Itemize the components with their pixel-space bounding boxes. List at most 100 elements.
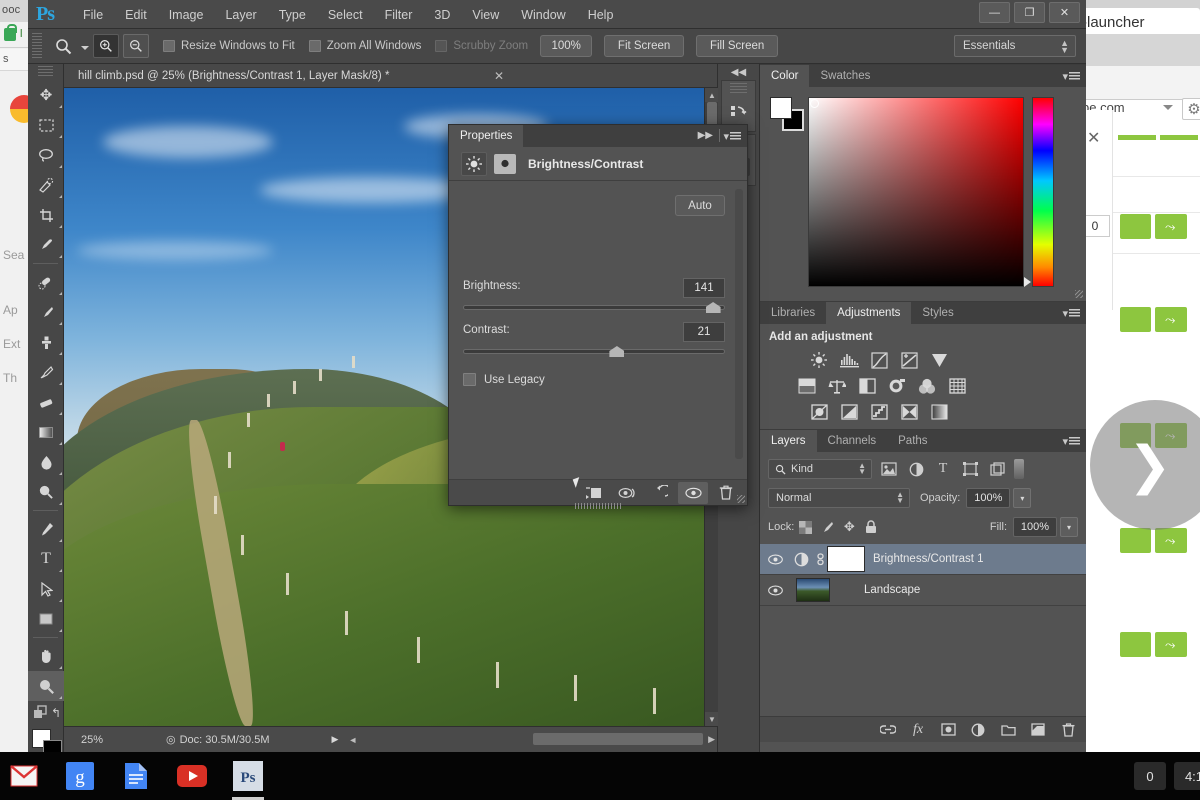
filter-type-layers-icon[interactable]: T <box>933 459 953 479</box>
new-group-icon[interactable] <box>994 719 1022 741</box>
gradient-map-adjustment-icon[interactable] <box>928 402 950 422</box>
tool-eyedropper[interactable] <box>28 230 64 260</box>
tab-paths[interactable]: Paths <box>887 430 938 452</box>
delete-layer-icon[interactable] <box>1054 719 1082 741</box>
filter-pixel-layers-icon[interactable] <box>879 459 899 479</box>
minimize-button[interactable]: — <box>979 2 1010 23</box>
active-tool-zoom-icon[interactable] <box>48 33 78 59</box>
tab-channels[interactable]: Channels <box>817 430 888 452</box>
tool-lasso[interactable] <box>28 140 64 170</box>
tool-clone-stamp[interactable] <box>28 327 64 357</box>
invert-adjustment-icon[interactable] <box>808 402 830 422</box>
channel-mixer-adjustment-icon[interactable] <box>916 376 938 396</box>
scroll-right-icon[interactable]: ▶ <box>708 734 715 745</box>
photoshop-taskbar-icon[interactable]: Ps <box>232 760 264 792</box>
hue-marker[interactable] <box>1024 277 1031 287</box>
mask-link-icon[interactable] <box>812 552 828 566</box>
tool-spot-healing[interactable] <box>28 267 64 297</box>
scroll-down-icon[interactable]: ▼ <box>705 712 718 726</box>
color-balance-adjustment-icon[interactable] <box>826 376 848 396</box>
close-button[interactable]: ✕ <box>1049 2 1080 23</box>
close-icon[interactable]: ✕ <box>1087 128 1100 148</box>
dock-grip[interactable] <box>730 83 747 93</box>
zoom-all-windows-checkbox[interactable]: Zoom All Windows <box>308 40 421 52</box>
scroll-up-icon[interactable]: ▲ <box>705 88 718 102</box>
panel-resize-grip[interactable] <box>575 503 621 509</box>
brightness-slider-thumb[interactable] <box>705 302 721 313</box>
tool-brush[interactable] <box>28 297 64 327</box>
menu-item-layer[interactable]: Layer <box>214 0 267 29</box>
layer-visibility-toggle[interactable] <box>760 554 790 565</box>
green-button-e[interactable] <box>1120 632 1151 657</box>
fit-screen-button[interactable]: Fit Screen <box>604 35 685 57</box>
foreground-color-swatch[interactable] <box>770 97 792 119</box>
color-lookup-adjustment-icon[interactable] <box>946 376 968 396</box>
view-previous-state-icon[interactable] <box>612 482 642 504</box>
google-taskbar-icon[interactable]: g <box>64 760 96 792</box>
green-share-button-a[interactable]: ⤳ <box>1155 214 1187 239</box>
black-white-adjustment-icon[interactable] <box>856 376 878 396</box>
green-share-button-b[interactable]: ⤳ <box>1155 307 1187 332</box>
blend-mode-select[interactable]: Normal ▲ ▼ <box>768 488 910 508</box>
quick-mask-swap-icon[interactable] <box>33 705 50 727</box>
tab-swatches[interactable]: Swatches <box>809 65 881 87</box>
chevron-down-icon[interactable] <box>1163 105 1173 110</box>
tool-hand[interactable] <box>28 641 64 671</box>
tool-marquee[interactable] <box>28 110 64 140</box>
vibrance-adjustment-icon[interactable] <box>928 350 950 370</box>
color-panel-menu-icon[interactable]: ▾ <box>1062 70 1080 83</box>
filter-kind-select[interactable]: Kind ▲ ▼ <box>768 459 872 479</box>
reset-adjustment-icon[interactable] <box>645 482 675 504</box>
chevron-right-icon[interactable]: ❯ <box>1128 440 1172 492</box>
lock-image-icon[interactable] <box>816 517 838 537</box>
docs-taskbar-icon[interactable] <box>120 760 152 792</box>
brightness-value[interactable]: 141 <box>683 278 725 298</box>
green-button-d[interactable] <box>1120 528 1151 553</box>
tool-crop[interactable] <box>28 200 64 230</box>
brightness-contrast-adjustment-icon[interactable] <box>808 350 830 370</box>
opacity-value[interactable]: 100% <box>966 488 1011 508</box>
tab-color[interactable]: Color <box>760 65 810 87</box>
menu-item-3d[interactable]: 3D <box>423 0 461 29</box>
green-share-button-e[interactable]: ⤳ <box>1155 632 1187 657</box>
color-picker-field[interactable] <box>808 97 1024 287</box>
add-layer-mask-icon[interactable] <box>934 719 962 741</box>
layers-panel-menu-icon[interactable]: ▾ <box>1062 435 1080 448</box>
resize-grip-icon[interactable] <box>737 495 745 503</box>
hue-strip[interactable] <box>1032 97 1054 287</box>
gear-icon[interactable]: ⚙ <box>1182 98 1200 120</box>
reset-colors-icon[interactable]: ↰ <box>51 706 61 720</box>
tool-dodge[interactable] <box>28 477 64 507</box>
layer-style-icon[interactable]: fx <box>904 719 932 741</box>
selective-color-adjustment-icon[interactable] <box>898 402 920 422</box>
tool-quick-selection[interactable] <box>28 170 64 200</box>
zoom-100-button[interactable]: 100% <box>540 35 593 57</box>
filter-shape-layers-icon[interactable] <box>960 459 980 479</box>
close-icon[interactable]: ✕ <box>494 69 504 83</box>
filter-toggle-switch[interactable] <box>1014 459 1024 479</box>
layer-image-thumbnail[interactable] <box>796 578 830 602</box>
color-panel-swatches[interactable] <box>770 97 804 131</box>
contrast-slider-thumb[interactable] <box>609 346 625 357</box>
lock-all-icon[interactable] <box>860 517 882 537</box>
restore-button[interactable]: ❐ <box>1014 2 1045 23</box>
tab-adjustments[interactable]: Adjustments <box>826 302 912 324</box>
resize-windows-to-fit-checkbox[interactable]: Resize Windows to Fit <box>163 40 295 52</box>
photo-filter-adjustment-icon[interactable] <box>886 376 908 396</box>
exposure-adjustment-icon[interactable] <box>898 350 920 370</box>
contrast-value[interactable]: 21 <box>683 322 725 342</box>
brightness-slider-track[interactable] <box>463 302 725 313</box>
notification-count[interactable]: 0 <box>1134 762 1166 790</box>
properties-panel-menu-icon[interactable]: ▾ <box>723 130 741 143</box>
posterize-adjustment-icon[interactable] <box>838 402 860 422</box>
status-zoom-level[interactable]: 25% <box>64 734 120 746</box>
background-right-urlbar[interactable] <box>1078 66 1200 100</box>
toggle-visibility-icon[interactable] <box>678 481 708 504</box>
green-button-a[interactable] <box>1120 214 1151 239</box>
tool-preset-chevron-down-icon[interactable] <box>81 46 89 50</box>
levels-adjustment-icon[interactable] <box>838 350 860 370</box>
resize-grip-icon[interactable] <box>1075 290 1083 298</box>
tool-move[interactable]: ✥ <box>28 80 64 110</box>
menu-item-type[interactable]: Type <box>268 0 317 29</box>
canvas-horizontal-scrollbar[interactable] <box>533 733 703 745</box>
